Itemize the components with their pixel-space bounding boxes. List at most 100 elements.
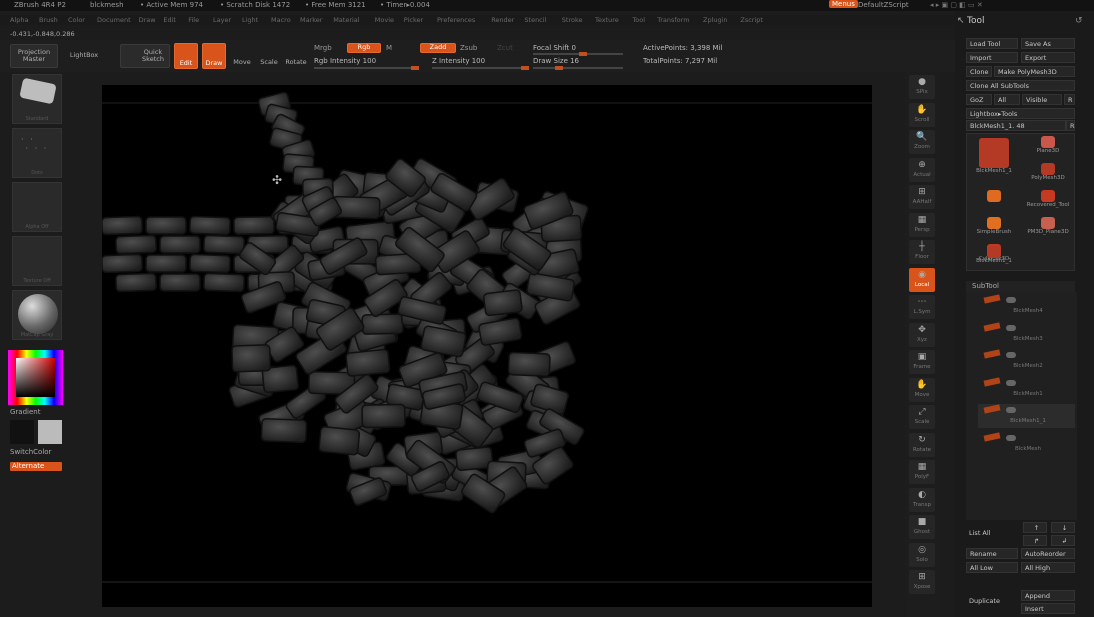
shelf-scale-button[interactable]: ⤢ Scale xyxy=(909,405,935,429)
menu-color[interactable]: Color xyxy=(68,16,85,24)
canvas-viewport[interactable]: ✣ xyxy=(102,85,872,607)
default-zscript-button[interactable]: DefaultZScript xyxy=(858,1,909,9)
make-polymesh-button[interactable]: Make PolyMesh3D xyxy=(994,66,1075,77)
tool-thumb-recovered_tool[interactable]: Recovered_Tool xyxy=(1023,188,1073,214)
tool-panel-refresh-icon[interactable]: ↺ xyxy=(1075,16,1083,26)
alternate-button[interactable]: Alternate xyxy=(10,462,62,471)
projection-master-button[interactable]: Projection Master xyxy=(10,44,58,68)
color-picker[interactable] xyxy=(8,350,63,405)
current-tool-r-button[interactable]: R xyxy=(1066,120,1075,131)
insert-button[interactable]: Insert xyxy=(1021,603,1075,614)
all-high-button[interactable]: All High xyxy=(1021,562,1075,573)
rgb-button[interactable]: Rgb xyxy=(347,43,381,53)
rotate-button[interactable]: Rotate xyxy=(284,43,308,69)
subtool-visibility-toggle[interactable] xyxy=(1006,324,1016,331)
menu-movie[interactable]: Movie xyxy=(375,16,394,24)
shelf-lsym-button[interactable]: ⋯ L.Sym xyxy=(909,295,935,319)
subtool-row[interactable]: BlckMesh1_1 xyxy=(978,404,1075,428)
current-tool-slider[interactable]: BlckMesh1_1. 48 xyxy=(966,120,1066,131)
goz-all-button[interactable]: All xyxy=(994,94,1020,105)
shelf-floor-button[interactable]: ┼ Floor xyxy=(909,240,935,264)
shelf-transp-button[interactable]: ◐ Transp xyxy=(909,487,935,512)
tool-thumb-polymesh3d[interactable]: PolyMesh3D xyxy=(1023,161,1073,187)
goz-button[interactable]: GoZ xyxy=(966,94,992,105)
menu-preferences[interactable]: Preferences xyxy=(437,16,475,24)
menu-layer[interactable]: Layer xyxy=(213,16,231,24)
quick-sketch-button[interactable]: Quick Sketch xyxy=(120,44,170,68)
subtool-visibility-toggle[interactable] xyxy=(1006,407,1016,413)
tool-thumb-simplebrush[interactable]: SimpleBrush xyxy=(969,215,1019,241)
secondary-color-swatch[interactable] xyxy=(38,420,62,444)
menu-stencil[interactable]: Stencil xyxy=(524,16,546,24)
zcut-button[interactable]: Zcut xyxy=(497,44,513,52)
clone-all-subtools-button[interactable]: Clone All SubTools xyxy=(966,80,1075,91)
shelf-ghost-button[interactable]: ■ Ghost xyxy=(909,515,935,539)
material-thumbnail[interactable]: MatCap Gray xyxy=(12,290,62,340)
duplicate-button[interactable]: Duplicate xyxy=(966,596,1018,607)
focal-shift-slider[interactable]: Focal Shift 0 xyxy=(533,44,576,52)
subtool-visibility-toggle[interactable] xyxy=(1006,297,1016,303)
window-controls-icon[interactable]: ◂ ▸ ▣ ▢ ◧ ▭ ✕ xyxy=(930,1,983,9)
load-tool-button[interactable]: Load Tool xyxy=(966,38,1018,49)
menu-macro[interactable]: Macro xyxy=(271,16,291,24)
gradient-label[interactable]: Gradient xyxy=(10,408,40,416)
draw-size-slider[interactable]: Draw Size 16 xyxy=(533,57,579,65)
focal-shift-track[interactable] xyxy=(533,52,623,56)
menu-zplugin[interactable]: Zplugin xyxy=(703,16,728,24)
color-square[interactable] xyxy=(16,358,55,397)
menu-file[interactable]: File xyxy=(188,16,199,24)
shelf-rotate-button[interactable]: ↻ Rotate xyxy=(909,432,935,457)
list-all-button[interactable]: List All xyxy=(966,528,1018,539)
subtool-row[interactable]: BlckMesh xyxy=(978,431,1075,456)
shelf-move-button[interactable]: ✋ Move xyxy=(909,377,935,402)
menu-zscript[interactable]: Zscript xyxy=(740,16,763,24)
menu-stroke[interactable]: Stroke xyxy=(562,16,583,24)
tool-thumb-plane3d[interactable]: Plane3D xyxy=(1023,134,1073,160)
draw-button[interactable]: Draw xyxy=(202,43,226,69)
alpha-thumbnail[interactable]: Alpha Off xyxy=(12,182,62,232)
menu-material[interactable]: Material xyxy=(333,16,359,24)
shelf-actual-button[interactable]: ⊕ Actual xyxy=(909,157,935,182)
tool-thumb-blckmesh1_1[interactable]: BlckMesh1_1 xyxy=(969,244,1019,270)
m-button[interactable]: M xyxy=(386,44,392,52)
subtool-visibility-toggle[interactable] xyxy=(1006,434,1016,441)
clone-button[interactable]: Clone xyxy=(966,66,992,77)
subtool-row[interactable]: BlckMesh1 xyxy=(978,376,1075,401)
lightbox-button[interactable]: LightBox xyxy=(62,44,106,68)
save-as-button[interactable]: Save As xyxy=(1021,38,1075,49)
shelf-xpose-button[interactable]: ⊞ Xpose xyxy=(909,570,935,594)
rgb-intensity-track[interactable] xyxy=(314,66,419,70)
shelf-spix-button[interactable]: ● SPix xyxy=(909,75,935,99)
menu-texture[interactable]: Texture xyxy=(595,16,619,24)
shelf-solo-button[interactable]: ◎ Solo xyxy=(909,542,935,567)
brush-thumbnail[interactable]: Standard xyxy=(12,74,62,124)
menu-picker[interactable]: Picker xyxy=(404,16,423,24)
menu-edit[interactable]: Edit xyxy=(163,16,176,24)
export-button[interactable]: Export xyxy=(1021,52,1075,63)
shelf-local-button[interactable]: ◉ Local xyxy=(909,267,935,292)
subtool-row[interactable]: BlckMesh4 xyxy=(978,294,1075,318)
menu-marker[interactable]: Marker xyxy=(300,16,322,24)
menu-tool[interactable]: Tool xyxy=(632,16,645,24)
lightbox-tools-button[interactable]: Lightbox▸Tools xyxy=(966,108,1075,119)
menu-transform[interactable]: Transform xyxy=(657,16,689,24)
menu-document[interactable]: Document xyxy=(97,16,131,24)
main-color-swatch[interactable] xyxy=(10,420,34,444)
shelf-aahalf-button[interactable]: ⊞ AAHalf xyxy=(909,185,935,209)
menus-button[interactable]: Menus xyxy=(829,0,858,8)
r-button[interactable]: R xyxy=(1064,94,1075,105)
menu-draw[interactable]: Draw xyxy=(139,16,156,24)
visible-button[interactable]: Visible xyxy=(1022,94,1062,105)
menu-light[interactable]: Light xyxy=(242,16,258,24)
subtool-visibility-toggle[interactable] xyxy=(1006,379,1016,386)
shelf-persp-button[interactable]: ▦ Persp xyxy=(909,212,935,237)
move-down-arrow-icon[interactable]: ↓ xyxy=(1051,522,1075,533)
shelf-zoom-button[interactable]: 🔍 Zoom xyxy=(909,130,935,154)
zadd-button[interactable]: Zadd xyxy=(420,43,456,53)
texture-thumbnail[interactable]: Texture Off xyxy=(12,236,62,286)
all-low-button[interactable]: All Low xyxy=(966,562,1018,573)
subtool-visibility-toggle[interactable] xyxy=(1006,352,1016,358)
menu-render[interactable]: Render xyxy=(491,16,514,24)
move-button[interactable]: Move xyxy=(230,43,254,69)
shelf-scroll-button[interactable]: ✋ Scroll xyxy=(909,102,935,127)
